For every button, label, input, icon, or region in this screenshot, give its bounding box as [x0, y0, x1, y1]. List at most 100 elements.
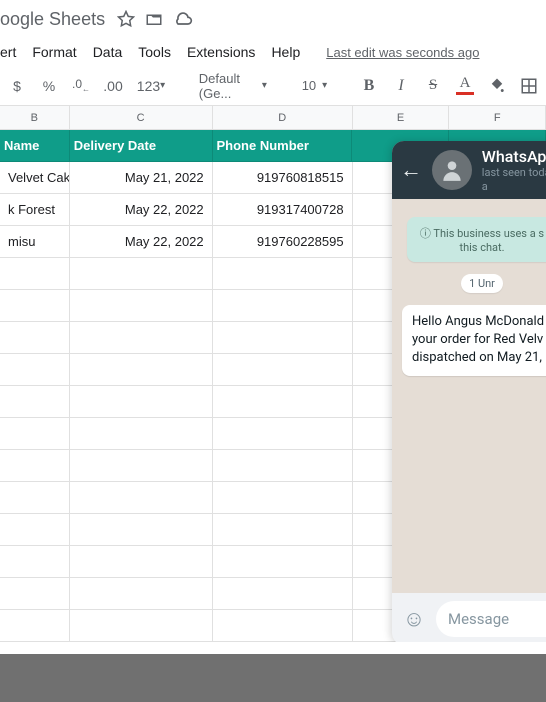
- font-label: Default (Ge...: [199, 71, 256, 101]
- cell[interactable]: [0, 258, 70, 290]
- menu-extensions[interactable]: Extensions: [187, 44, 255, 60]
- encryption-notice: ⓘ This business uses a s this chat.: [407, 217, 546, 262]
- cell[interactable]: [0, 514, 70, 546]
- strikethrough-button[interactable]: S: [420, 73, 446, 99]
- cell[interactable]: [0, 322, 70, 354]
- text-color-swatch: [456, 92, 474, 95]
- cell[interactable]: Velvet Cake: [0, 162, 70, 194]
- cell[interactable]: [70, 418, 213, 450]
- bold-button[interactable]: B: [356, 73, 382, 99]
- number-format-button[interactable]: 123▾: [132, 73, 170, 99]
- message-bubble[interactable]: Hello Angus McDonald your order for Red …: [402, 305, 546, 376]
- whatsapp-title[interactable]: WhatsApp last seen today a: [482, 147, 546, 193]
- cell[interactable]: [0, 386, 70, 418]
- cell[interactable]: [70, 610, 213, 642]
- menu-format[interactable]: Format: [32, 44, 76, 60]
- cell[interactable]: [213, 258, 353, 290]
- fill-color-button[interactable]: [484, 73, 510, 99]
- cell[interactable]: [0, 482, 70, 514]
- cell[interactable]: 919760818515: [213, 162, 353, 194]
- unread-badge: 1 Unr: [461, 274, 503, 293]
- last-edit-link[interactable]: Last edit was seconds ago: [326, 45, 479, 60]
- cell[interactable]: 919760228595: [213, 226, 353, 258]
- cell[interactable]: [0, 578, 70, 610]
- cell[interactable]: [70, 578, 213, 610]
- whatsapp-header: ← WhatsApp last seen today a: [392, 141, 546, 199]
- cell[interactable]: [213, 386, 353, 418]
- star-icon[interactable]: [117, 10, 135, 28]
- font-select[interactable]: Default (Ge... ▾: [193, 73, 273, 99]
- chevron-down-icon: ▾: [262, 80, 267, 91]
- text-color-button[interactable]: A: [452, 73, 478, 99]
- cell[interactable]: [70, 258, 213, 290]
- col-header-c[interactable]: C: [70, 106, 213, 129]
- cell[interactable]: [70, 290, 213, 322]
- cell[interactable]: [70, 322, 213, 354]
- cell[interactable]: [213, 514, 353, 546]
- menu-insert[interactable]: ert: [0, 44, 16, 60]
- cell[interactable]: [213, 546, 353, 578]
- cell[interactable]: [213, 290, 353, 322]
- cell[interactable]: [213, 322, 353, 354]
- avatar[interactable]: [432, 150, 472, 190]
- italic-button[interactable]: I: [388, 73, 414, 99]
- cell[interactable]: [0, 354, 70, 386]
- menu-data[interactable]: Data: [93, 44, 123, 60]
- col-header-f[interactable]: F: [449, 106, 546, 129]
- chevron-down-icon: ▾: [322, 80, 327, 91]
- cell[interactable]: [70, 354, 213, 386]
- cell[interactable]: May 22, 2022: [70, 226, 213, 258]
- increase-decimal-button[interactable]: .00: [100, 73, 126, 99]
- font-size-label: 10: [302, 78, 316, 93]
- header-name[interactable]: Name: [0, 130, 70, 162]
- cell[interactable]: [70, 386, 213, 418]
- currency-button[interactable]: $: [4, 73, 30, 99]
- app-name: oogle Sheets: [0, 9, 105, 30]
- cell[interactable]: [213, 610, 353, 642]
- font-size-select[interactable]: 10 ▾: [296, 73, 334, 99]
- menu-tools[interactable]: Tools: [138, 44, 171, 60]
- chat-name: WhatsApp: [482, 147, 546, 166]
- emoji-icon[interactable]: ☺: [400, 605, 428, 633]
- whatsapp-body: ⓘ This business uses a s this chat. 1 Un…: [392, 199, 546, 593]
- cell[interactable]: k Forest: [0, 194, 70, 226]
- cell[interactable]: [213, 578, 353, 610]
- cell[interactable]: [213, 450, 353, 482]
- cell[interactable]: [0, 450, 70, 482]
- cell[interactable]: [70, 514, 213, 546]
- cell[interactable]: misu: [0, 226, 70, 258]
- header-phone[interactable]: Phone Number: [213, 130, 353, 162]
- cell[interactable]: [70, 546, 213, 578]
- cell[interactable]: May 21, 2022: [70, 162, 213, 194]
- menu-help[interactable]: Help: [271, 44, 300, 60]
- header-delivery-date[interactable]: Delivery Date: [70, 130, 213, 162]
- cell[interactable]: [213, 482, 353, 514]
- toolbar: $ % .0← .00 123▾ Default (Ge... ▾ 10 ▾ B…: [0, 66, 546, 106]
- cell[interactable]: [213, 354, 353, 386]
- cell[interactable]: [0, 546, 70, 578]
- whatsapp-input-bar: ☺ Message: [392, 593, 546, 645]
- cell[interactable]: [70, 482, 213, 514]
- percent-button[interactable]: %: [36, 73, 62, 99]
- cell[interactable]: 919317400728: [213, 194, 353, 226]
- cloud-icon[interactable]: [173, 9, 193, 29]
- notice-text: This business uses a s this chat.: [433, 227, 544, 254]
- cell[interactable]: May 22, 2022: [70, 194, 213, 226]
- back-icon[interactable]: ←: [400, 157, 422, 183]
- message-input[interactable]: Message: [436, 601, 546, 637]
- move-icon[interactable]: [145, 10, 163, 28]
- col-header-e[interactable]: E: [353, 106, 450, 129]
- cell[interactable]: [70, 450, 213, 482]
- decrease-decimal-button[interactable]: .0←: [68, 73, 94, 99]
- col-header-b[interactable]: B: [0, 106, 70, 129]
- col-header-d[interactable]: D: [213, 106, 353, 129]
- column-headers: B C D E F: [0, 106, 546, 130]
- bottom-crop: [0, 654, 546, 702]
- borders-button[interactable]: [516, 73, 542, 99]
- cell[interactable]: [0, 290, 70, 322]
- cell[interactable]: [0, 418, 70, 450]
- cell[interactable]: [0, 610, 70, 642]
- chat-status: last seen today a: [482, 166, 546, 192]
- cell[interactable]: [213, 418, 353, 450]
- number-format-label: 123: [137, 78, 160, 94]
